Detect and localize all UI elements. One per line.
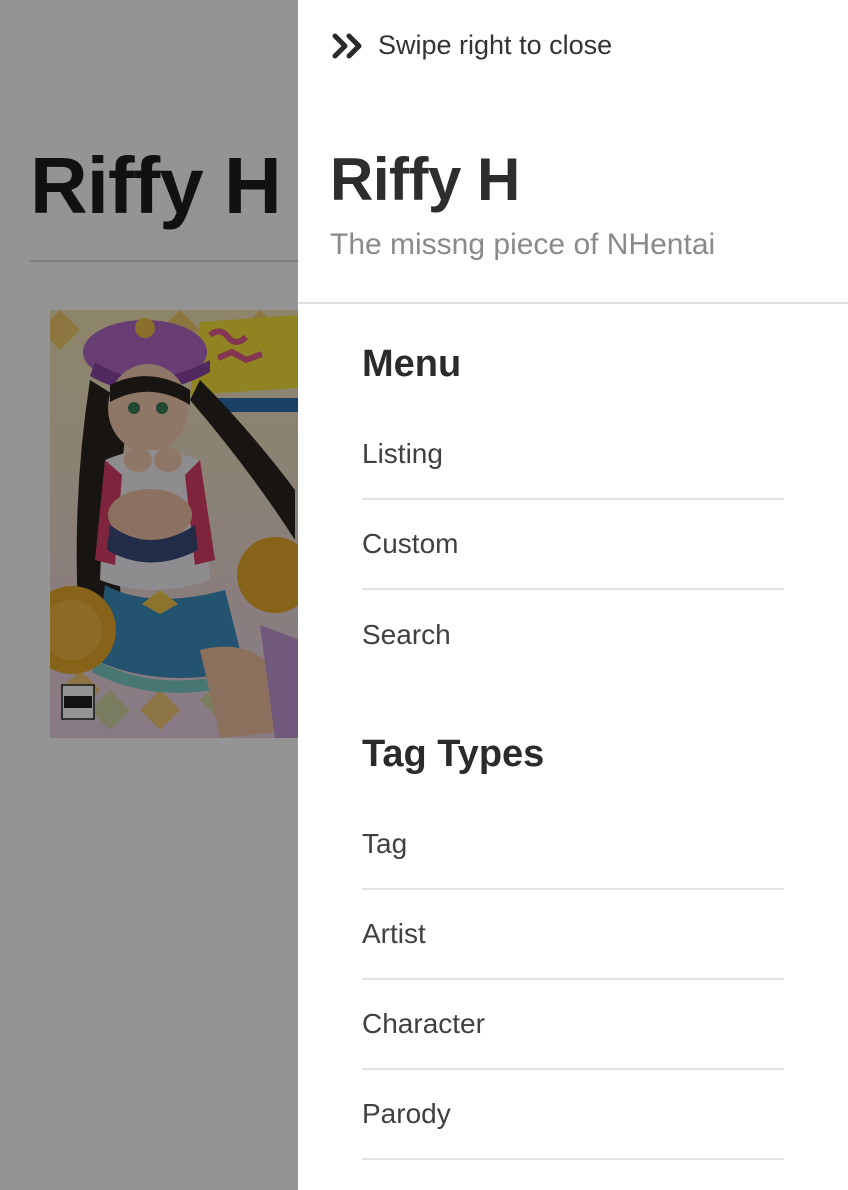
drawer-title: Riffy H [330,146,520,213]
tag-type-item-tag[interactable]: Tag [362,800,784,890]
menu-item-custom[interactable]: Custom [362,500,784,590]
tag-types-list: Tag Artist Character Parody [362,800,784,1160]
tag-types-heading: Tag Types [362,733,545,775]
swipe-close-hint[interactable]: Swipe right to close [332,30,612,61]
menu-item-listing[interactable]: Listing [362,410,784,500]
drawer-subtitle: The missng piece of NHentai [330,228,716,261]
tag-type-item-parody[interactable]: Parody [362,1070,784,1160]
tag-type-item-character[interactable]: Character [362,980,784,1070]
menu-heading: Menu [362,343,462,385]
side-drawer: Swipe right to close Riffy H The missng … [298,0,848,1190]
swipe-close-label: Swipe right to close [378,30,613,60]
drawer-divider [298,302,848,304]
menu-item-search[interactable]: Search [362,590,784,680]
double-chevron-right-icon [332,33,362,58]
tag-type-item-artist[interactable]: Artist [362,890,784,980]
menu-list: Listing Custom Search [362,410,784,680]
